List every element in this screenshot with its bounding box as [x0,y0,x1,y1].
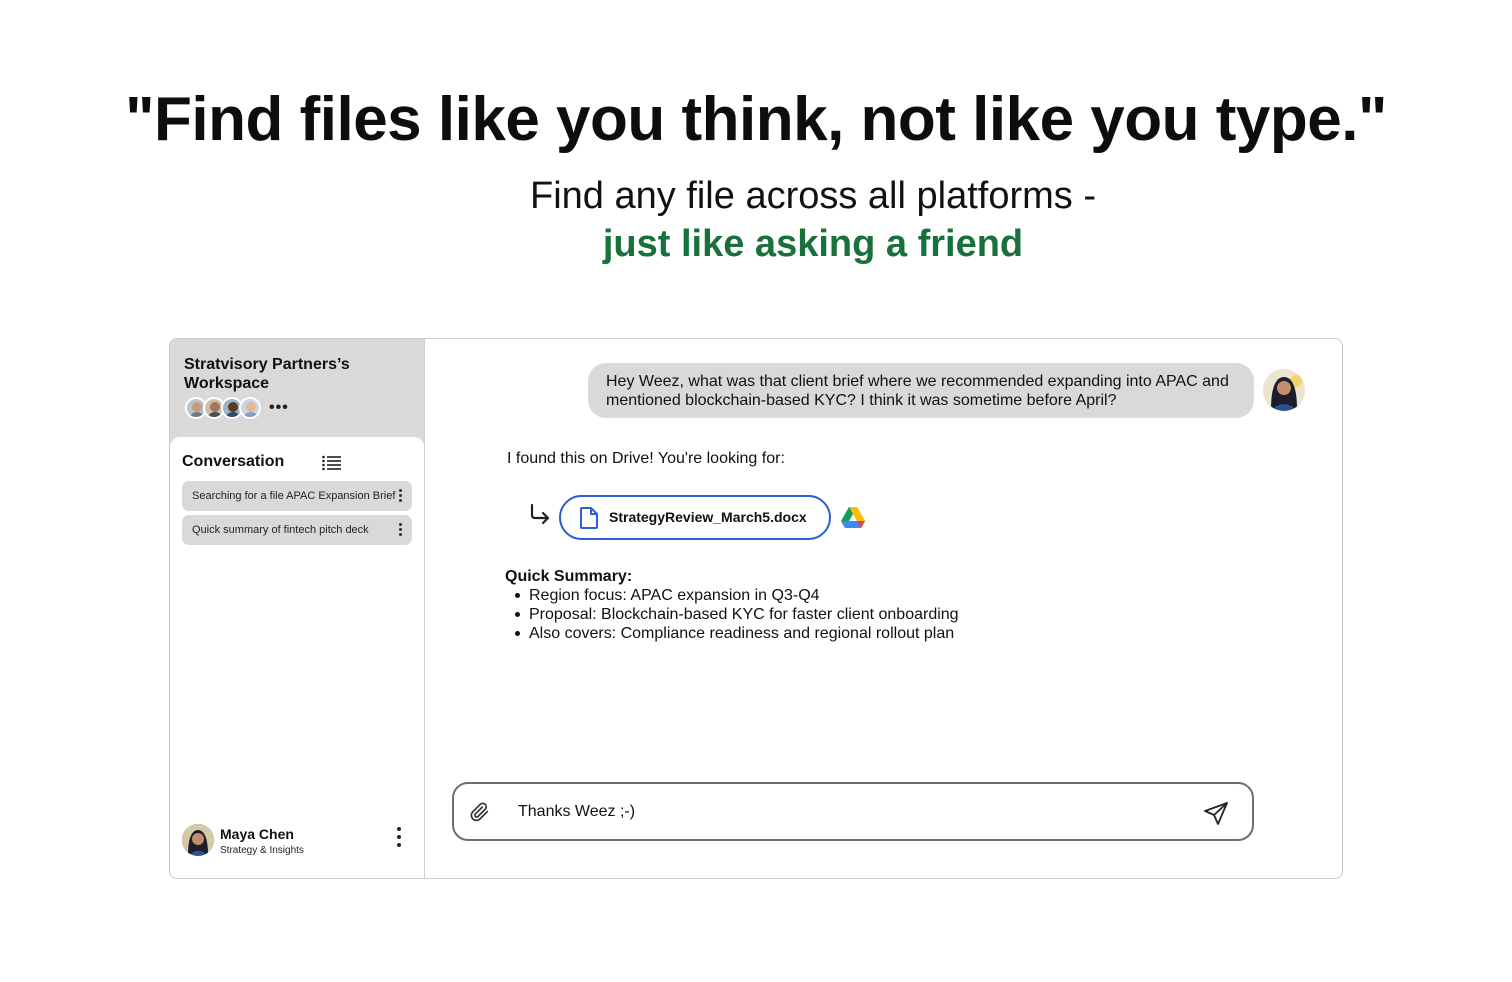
hero-subline-highlight: just like asking a friend [602,223,1024,265]
paperclip-icon[interactable] [469,801,491,823]
summary-item: Region focus: APAC expansion in Q3-Q4 [513,586,959,605]
summary-item: Also covers: Compliance readiness and re… [513,624,959,643]
hero-headline: "Find files like you think, not like you… [125,85,1387,154]
user-role: Strategy & Insights [220,845,304,856]
google-drive-icon [841,507,865,528]
user-message-bubble: Hey Weez, what was that client brief whe… [588,363,1254,418]
conversation-panel: Conversation Searching for a file APAC E… [170,437,424,878]
hero-subline: Find any file across all platforms - jus… [500,172,1126,268]
message-composer [452,782,1254,841]
more-vertical-icon[interactable] [399,489,403,503]
workspace-members[interactable]: ••• [185,397,289,419]
avatar [1263,369,1305,411]
workspace-name: Stratvisory Partners’s Workspace [184,356,350,392]
avatar [182,824,214,856]
user-profile[interactable]: Maya Chen Strategy & Insights [182,823,414,859]
return-arrow-icon [530,503,550,525]
user-name: Maya Chen [220,826,294,842]
message-input[interactable] [518,800,1158,824]
summary-title: Quick Summary: [505,568,633,585]
more-members-icon[interactable]: ••• [269,400,289,416]
file-name: StrategyReview_March5.docx [609,509,807,525]
hero-subline-text: Find any file across all platforms - [530,175,1096,217]
document-icon [580,507,598,529]
more-vertical-icon[interactable] [399,523,403,537]
more-vertical-icon[interactable] [397,827,402,849]
bot-message: I found this on Drive! You're looking fo… [507,450,785,467]
member-avatar [239,397,261,419]
file-result-chip[interactable]: StrategyReview_March5.docx [559,495,831,540]
summary-item: Proposal: Blockchain-based KYC for faste… [513,605,959,624]
page: "Find files like you think, not like you… [0,0,1512,982]
sidebar: Stratvisory Partners’s Workspace ••• Con… [170,339,425,878]
conversation-header: Conversation [182,453,285,470]
conversation-item-label: Searching for a file APAC Expansion Brie… [192,490,396,502]
conversation-item[interactable]: Searching for a file APAC Expansion Brie… [182,481,412,511]
conversation-item[interactable]: Quick summary of fintech pitch deck [182,515,412,545]
conversation-item-label: Quick summary of fintech pitch deck [192,524,369,536]
list-icon[interactable] [322,455,341,471]
quick-summary: Quick Summary: Region focus: APAC expans… [505,567,959,643]
summary-list: Region focus: APAC expansion in Q3-Q4 Pr… [513,586,959,643]
app-window: Stratvisory Partners’s Workspace ••• Con… [169,338,1343,879]
send-icon[interactable] [1203,801,1229,827]
